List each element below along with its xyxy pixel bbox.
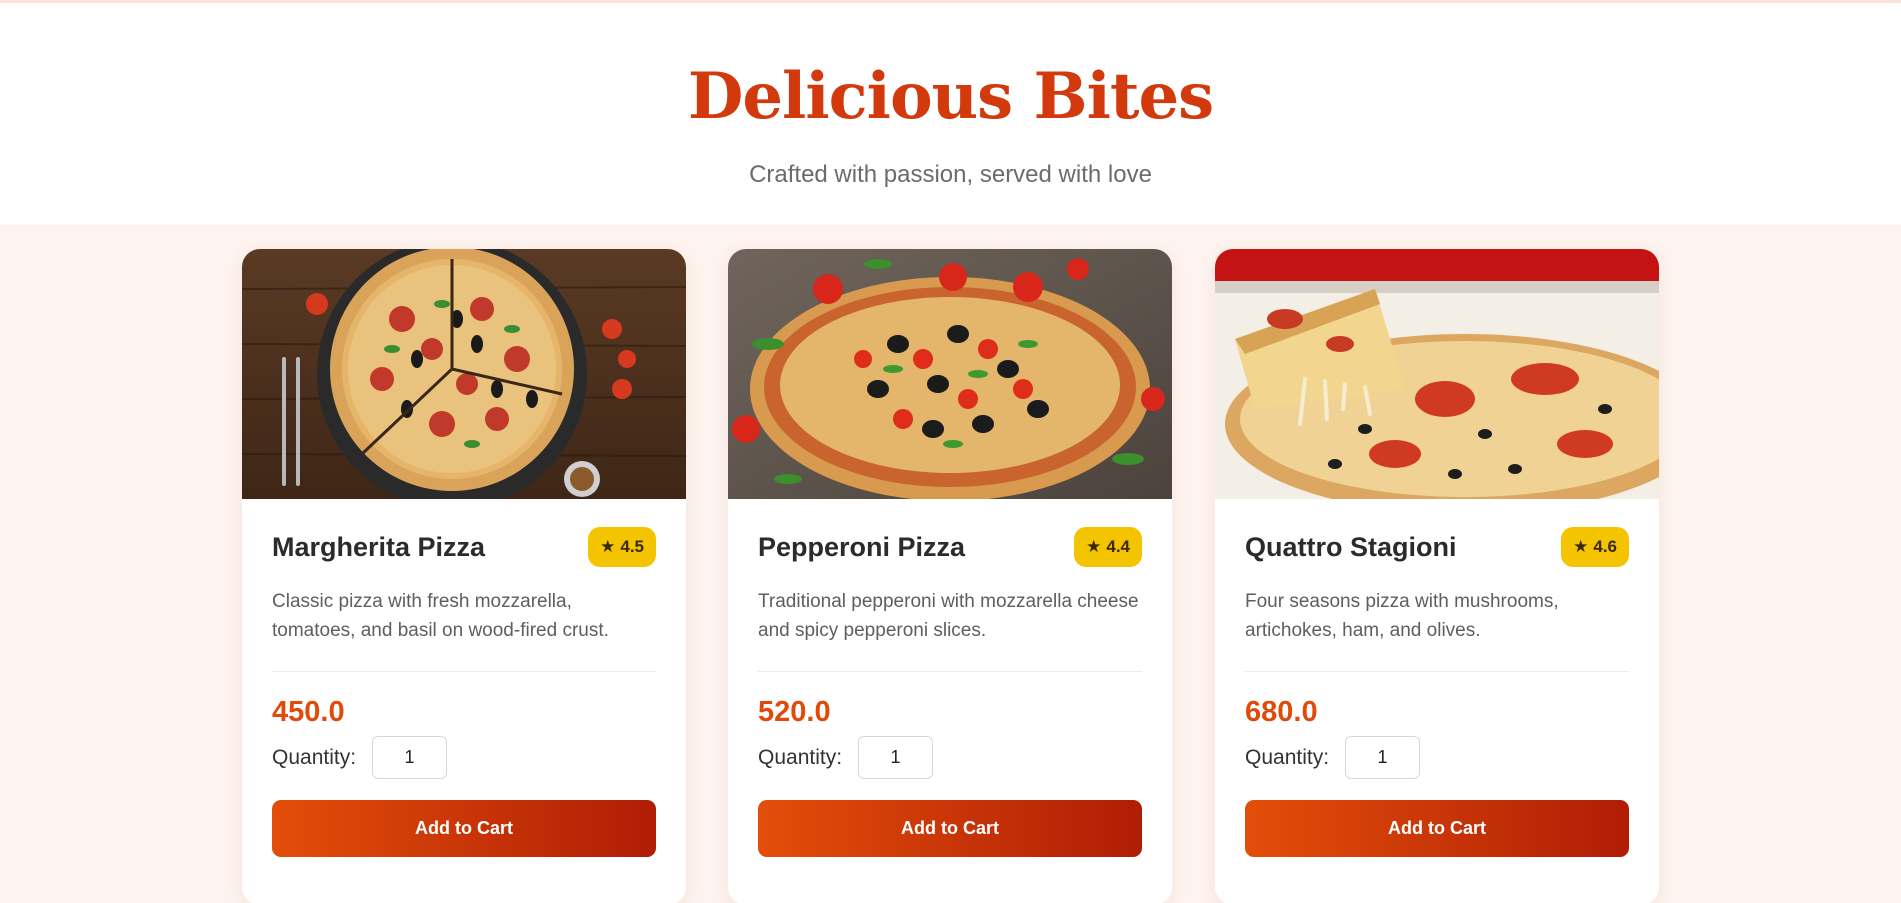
star-icon: ★ bbox=[1086, 537, 1102, 556]
card-header: Quattro Stagioni ★ 4.6 bbox=[1245, 527, 1629, 567]
quantity-row: Quantity: bbox=[1245, 736, 1629, 779]
menu-card: Pepperoni Pizza ★ 4.4 Traditional pepper… bbox=[728, 249, 1172, 903]
page-header: Delicious Bites Crafted with passion, se… bbox=[0, 3, 1901, 225]
menu-card: Margherita Pizza ★ 4.5 Classic pizza wit… bbox=[242, 249, 686, 903]
item-price: 450.0 bbox=[272, 696, 345, 728]
add-to-cart-button[interactable]: Add to Cart bbox=[758, 800, 1142, 857]
card-header: Pepperoni Pizza ★ 4.4 bbox=[758, 527, 1142, 567]
page-title: Delicious Bites bbox=[687, 59, 1214, 134]
card-header: Margherita Pizza ★ 4.5 bbox=[272, 527, 656, 567]
quantity-row: Quantity: bbox=[272, 736, 656, 779]
item-description: Four seasons pizza with mushrooms, artic… bbox=[1245, 591, 1559, 641]
rating-value: 4.6 bbox=[1593, 537, 1617, 556]
rating-badge: ★ 4.6 bbox=[1561, 527, 1629, 567]
add-to-cart-button[interactable]: Add to Cart bbox=[272, 800, 656, 857]
rating-badge: ★ 4.4 bbox=[1074, 527, 1142, 567]
star-icon: ★ bbox=[1573, 537, 1589, 556]
pizza-image bbox=[1215, 249, 1659, 499]
quantity-label: Quantity: bbox=[272, 745, 357, 769]
card-body: Margherita Pizza ★ 4.5 Classic pizza wit… bbox=[242, 499, 686, 857]
item-description: Traditional pepperoni with mozzarella ch… bbox=[758, 591, 1139, 641]
card-body: Quattro Stagioni ★ 4.6 Four seasons pizz… bbox=[1215, 499, 1659, 857]
quantity-row: Quantity: bbox=[758, 736, 1142, 779]
quantity-input[interactable] bbox=[858, 736, 934, 779]
item-name: Pepperoni Pizza bbox=[758, 531, 966, 562]
quantity-label: Quantity: bbox=[1245, 745, 1330, 769]
quantity-input[interactable] bbox=[372, 736, 448, 779]
rating-badge: ★ 4.5 bbox=[588, 527, 656, 567]
pizza-image bbox=[242, 249, 686, 499]
rating-value: 4.5 bbox=[620, 537, 644, 556]
item-name: Quattro Stagioni bbox=[1245, 531, 1457, 562]
menu-card: Quattro Stagioni ★ 4.6 Four seasons pizz… bbox=[1215, 249, 1659, 903]
item-description: Classic pizza with fresh mozzarella, tom… bbox=[272, 591, 609, 641]
quantity-input[interactable] bbox=[1345, 736, 1421, 779]
card-body: Pepperoni Pizza ★ 4.4 Traditional pepper… bbox=[728, 499, 1172, 857]
item-name: Margherita Pizza bbox=[272, 531, 486, 562]
menu-grid: Margherita Pizza ★ 4.5 Classic pizza wit… bbox=[0, 225, 1901, 903]
pizza-image bbox=[728, 249, 1172, 499]
item-price: 520.0 bbox=[758, 696, 831, 728]
rating-value: 4.4 bbox=[1106, 537, 1130, 556]
quantity-label: Quantity: bbox=[758, 745, 843, 769]
divider bbox=[272, 671, 656, 672]
star-icon: ★ bbox=[600, 537, 616, 556]
page-subtitle: Crafted with passion, served with love bbox=[749, 161, 1152, 188]
divider bbox=[1245, 671, 1629, 672]
add-to-cart-button[interactable]: Add to Cart bbox=[1245, 800, 1629, 857]
item-price: 680.0 bbox=[1245, 696, 1318, 728]
divider bbox=[758, 671, 1142, 672]
